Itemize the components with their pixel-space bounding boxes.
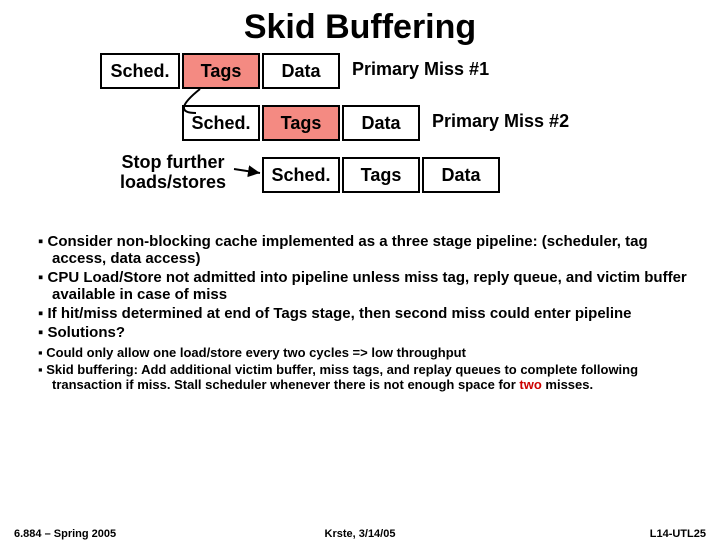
label-stop-line1: Stop further <box>122 152 225 172</box>
subbullet-2-two: two <box>519 377 541 392</box>
footer-left: 6.884 – Spring 2005 <box>14 528 116 540</box>
stage-sched-2: Sched. <box>182 105 260 141</box>
stage-tags-1: Tags <box>182 53 260 89</box>
pipeline-diagram: Sched. Tags Data Primary Miss #1 Sched. … <box>100 53 660 223</box>
label-miss-2: Primary Miss #2 <box>432 111 569 132</box>
bullet-2: CPU Load/Store not admitted into pipelin… <box>42 269 696 303</box>
label-stop: Stop further loads/stores <box>120 153 226 193</box>
stage-tags-2: Tags <box>262 105 340 141</box>
bullet-4: Solutions? <box>42 324 696 341</box>
bullet-3: If hit/miss determined at end of Tags st… <box>42 305 696 322</box>
bullet-1: Consider non-blocking cache implemented … <box>42 233 696 267</box>
subbullet-1: Could only allow one load/store every tw… <box>42 345 696 360</box>
footer-right: L14-UTL25 <box>650 528 706 540</box>
stage-tags-3: Tags <box>342 157 420 193</box>
stage-data-3: Data <box>422 157 500 193</box>
slide-title: Skid Buffering <box>0 8 720 47</box>
label-stop-line2: loads/stores <box>120 172 226 192</box>
subbullet-2-after: misses. <box>542 377 593 392</box>
footer-mid: Krste, 3/14/05 <box>325 528 396 540</box>
label-miss-1: Primary Miss #1 <box>352 59 489 80</box>
bullets-block: Consider non-blocking cache implemented … <box>24 233 696 392</box>
stage-sched-3: Sched. <box>262 157 340 193</box>
stage-data-2: Data <box>342 105 420 141</box>
stage-sched-1: Sched. <box>100 53 180 89</box>
stage-data-1: Data <box>262 53 340 89</box>
subbullet-2: Skid buffering: Add additional victim bu… <box>42 362 696 392</box>
